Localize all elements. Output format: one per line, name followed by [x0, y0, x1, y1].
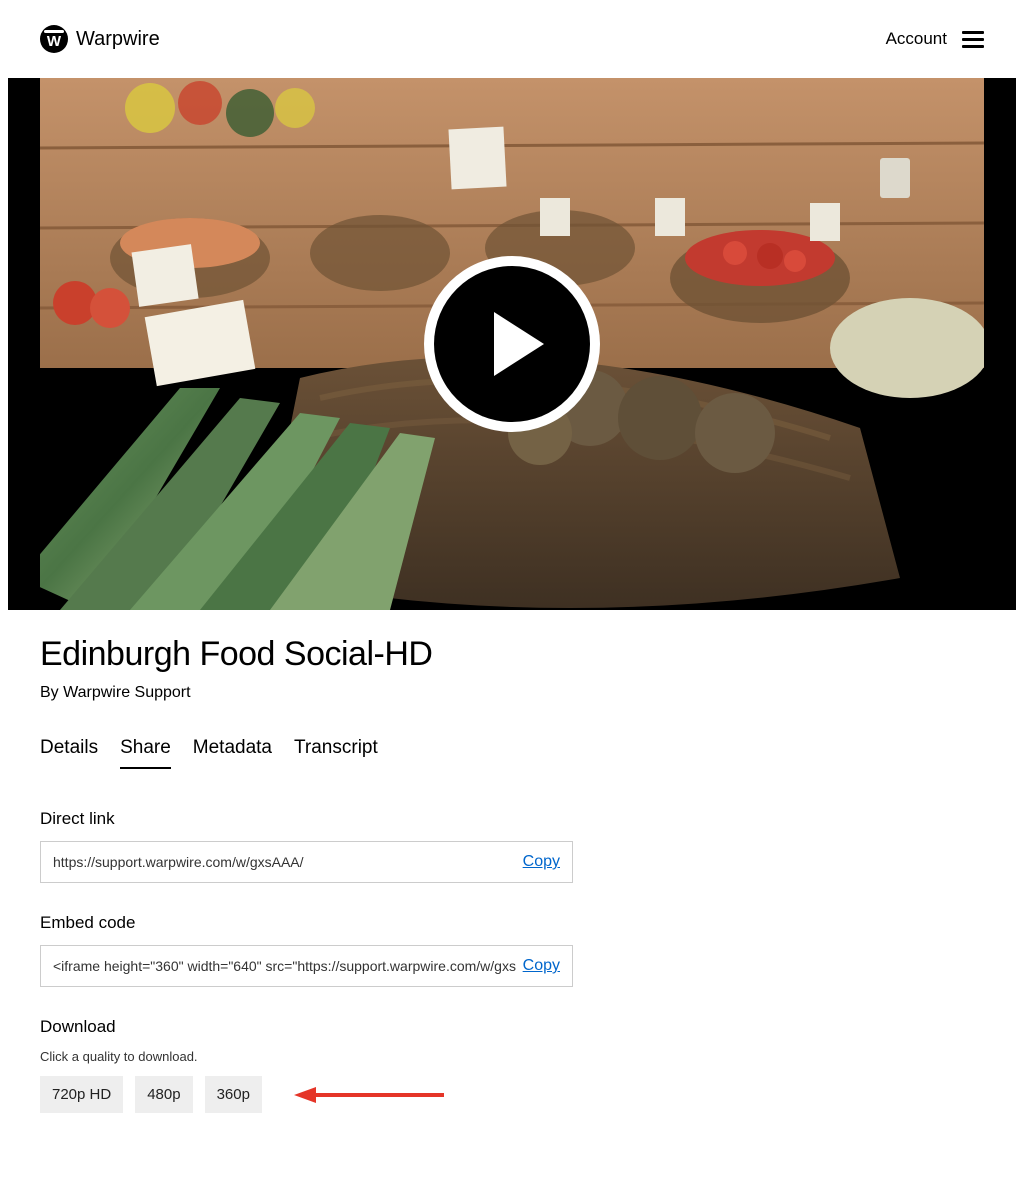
quality-buttons: 720p HD 480p 360p [40, 1076, 984, 1113]
download-section: Download Click a quality to download. 72… [40, 1017, 984, 1113]
tab-share[interactable]: Share [120, 737, 171, 769]
quality-480p[interactable]: 480p [135, 1076, 192, 1113]
quality-360p[interactable]: 360p [205, 1076, 262, 1113]
brand-name: Warpwire [76, 28, 160, 51]
video-byline: By Warpwire Support [40, 684, 984, 702]
direct-link-section: Direct link Copy [40, 809, 984, 883]
embed-code-row: Copy [40, 945, 573, 987]
direct-link-label: Direct link [40, 809, 984, 829]
direct-link-input[interactable] [53, 854, 523, 870]
tab-metadata[interactable]: Metadata [193, 737, 272, 769]
direct-link-row: Copy [40, 841, 573, 883]
arrow-annotation-icon [294, 1085, 444, 1105]
embed-code-input[interactable] [53, 958, 523, 974]
quality-720p[interactable]: 720p HD [40, 1076, 123, 1113]
copy-direct-link[interactable]: Copy [523, 853, 560, 871]
embed-code-label: Embed code [40, 913, 984, 933]
download-hint: Click a quality to download. [40, 1049, 984, 1064]
download-label: Download [40, 1017, 984, 1037]
tabs: Details Share Metadata Transcript [40, 737, 984, 769]
header: W Warpwire Account [0, 0, 1024, 78]
tab-transcript[interactable]: Transcript [294, 737, 378, 769]
video-player [8, 78, 1016, 610]
copy-embed-code[interactable]: Copy [523, 957, 560, 975]
header-right: Account [886, 29, 984, 49]
tab-details[interactable]: Details [40, 737, 98, 769]
play-icon [434, 266, 590, 422]
brand-logo[interactable]: W Warpwire [40, 25, 160, 53]
account-link[interactable]: Account [886, 29, 947, 49]
play-button[interactable] [424, 256, 600, 432]
embed-code-section: Embed code Copy [40, 913, 984, 987]
video-title: Edinburgh Food Social-HD [40, 635, 984, 674]
brand-logo-icon: W [40, 25, 68, 53]
hamburger-menu-icon[interactable] [962, 31, 984, 48]
content-area: Edinburgh Food Social-HD By Warpwire Sup… [0, 610, 1024, 1168]
video-frame [40, 78, 984, 610]
